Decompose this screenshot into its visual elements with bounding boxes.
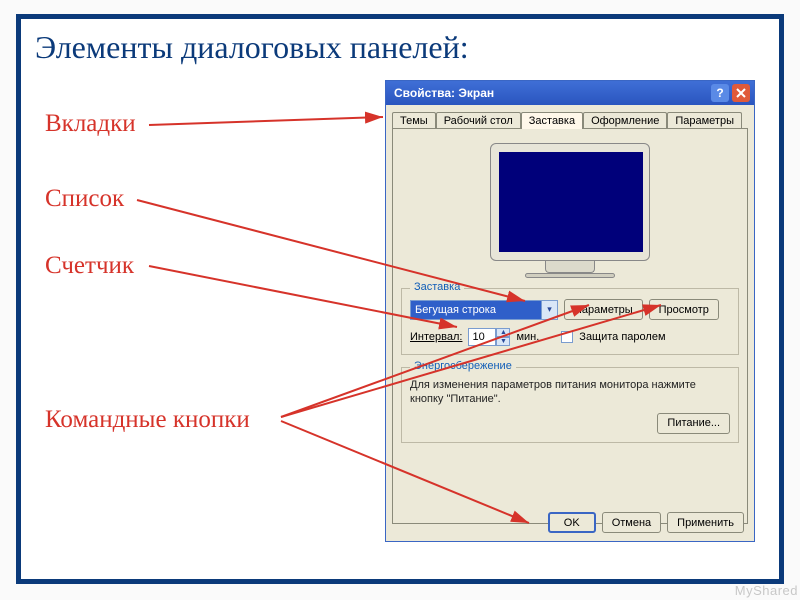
- energy-group: Энергосбережение Для изменения параметро…: [401, 367, 739, 443]
- tab-settings[interactable]: Параметры: [667, 112, 742, 129]
- watermark: MyShared: [735, 583, 798, 598]
- interval-value[interactable]: [468, 328, 496, 346]
- dropdown-arrow-icon: ▾: [541, 301, 557, 319]
- dialog-action-buttons: OK Отмена Применить: [386, 512, 754, 533]
- screensaver-list[interactable]: Бегущая строка ▾: [410, 300, 558, 320]
- callout-tabs: Вкладки: [45, 110, 136, 138]
- tab-desktop[interactable]: Рабочий стол: [436, 112, 521, 129]
- password-checkbox[interactable]: [561, 331, 573, 343]
- dialog-titlebar[interactable]: Свойства: Экран ?: [386, 81, 754, 105]
- callout-list: Список: [45, 185, 124, 213]
- callout-command-buttons: Командные кнопки: [45, 406, 250, 434]
- spinner-up-icon[interactable]: ▲: [496, 328, 510, 337]
- slide-title: Элементы диалоговых панелей:: [35, 29, 469, 66]
- screensaver-group: Заставка Бегущая строка ▾ Параметры Прос…: [401, 288, 739, 355]
- dialog-title-text: Свойства: Экран: [390, 86, 708, 100]
- monitor-screen: [499, 152, 643, 252]
- close-button[interactable]: [732, 84, 750, 102]
- interval-unit: мин.: [516, 331, 539, 343]
- screensaver-group-title: Заставка: [410, 281, 464, 293]
- interval-label: Интервал:: [410, 331, 462, 343]
- close-icon: [736, 88, 746, 98]
- spinner-down-icon[interactable]: ▼: [496, 337, 510, 346]
- tab-strip: Темы Рабочий стол Заставка Оформление Па…: [386, 105, 754, 128]
- callout-spinner: Счетчик: [45, 252, 134, 280]
- power-button[interactable]: Питание...: [657, 413, 730, 434]
- energy-text: Для изменения параметров питания монитор…: [410, 378, 730, 407]
- screensaver-preview-button[interactable]: Просмотр: [649, 299, 719, 320]
- ok-button[interactable]: OK: [548, 512, 596, 533]
- tab-appearance[interactable]: Оформление: [583, 112, 667, 129]
- screensaver-params-button[interactable]: Параметры: [564, 299, 643, 320]
- monitor-icon: [490, 143, 650, 278]
- interval-spinner[interactable]: ▲ ▼: [468, 328, 510, 346]
- tab-themes[interactable]: Темы: [392, 112, 436, 129]
- energy-group-title: Энергосбережение: [410, 360, 516, 372]
- display-properties-dialog: Свойства: Экран ? Темы Рабочий стол Заст…: [385, 80, 755, 542]
- apply-button[interactable]: Применить: [667, 512, 744, 533]
- tab-panel: Заставка Бегущая строка ▾ Параметры Прос…: [392, 128, 748, 524]
- cancel-button[interactable]: Отмена: [602, 512, 661, 533]
- help-button[interactable]: ?: [711, 84, 729, 102]
- slide-frame: Элементы диалоговых панелей: Вкладки Спи…: [16, 14, 784, 584]
- monitor-preview: [401, 137, 739, 278]
- tab-screensaver[interactable]: Заставка: [521, 112, 583, 129]
- password-checkbox-label: Защита паролем: [579, 331, 665, 343]
- screensaver-list-value: Бегущая строка: [411, 304, 541, 316]
